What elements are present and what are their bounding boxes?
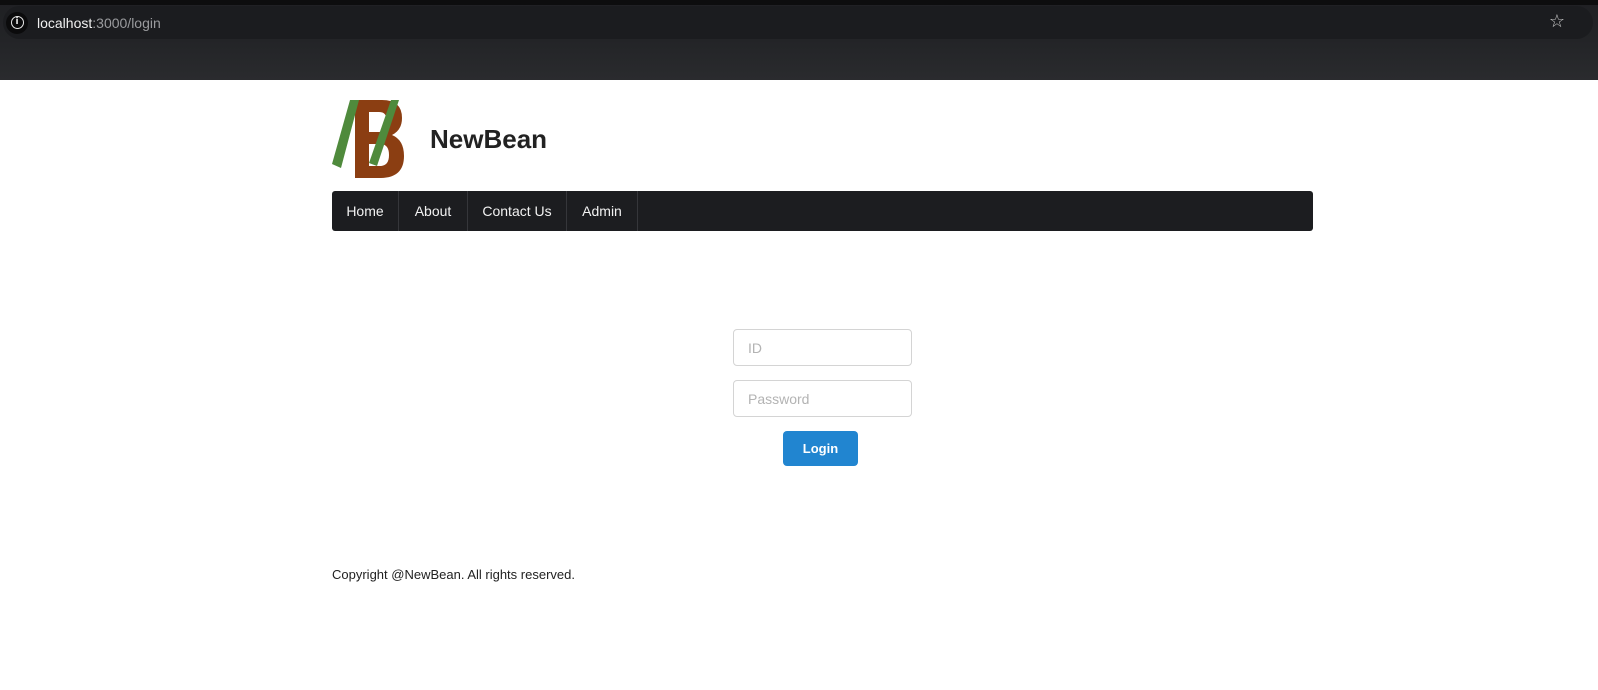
newbean-logo[interactable] xyxy=(332,100,406,178)
info-icon[interactable]: i xyxy=(6,11,28,34)
main-navbar: Home About Contact Us Admin xyxy=(332,191,1313,231)
nav-item-about[interactable]: About xyxy=(399,191,468,231)
login-form: Login xyxy=(733,329,912,466)
chrome-top-edge xyxy=(0,0,1598,5)
nav-item-contact-us[interactable]: Contact Us xyxy=(468,191,567,231)
url-text[interactable]: localhost:3000/login xyxy=(37,15,161,31)
id-input[interactable] xyxy=(733,329,912,366)
star-icon[interactable]: ☆ xyxy=(1549,12,1565,32)
login-button[interactable]: Login xyxy=(783,431,858,466)
site-title: NewBean xyxy=(430,124,548,154)
url-path: :3000/login xyxy=(92,14,161,31)
site-header: NewBean xyxy=(332,98,1313,178)
nav-item-home[interactable]: Home xyxy=(332,191,399,231)
nav-item-admin[interactable]: Admin xyxy=(567,191,638,231)
browser-chrome: i localhost:3000/login ☆ xyxy=(0,0,1598,80)
footer-copyright: Copyright @NewBean. All rights reserved. xyxy=(332,567,575,582)
password-input[interactable] xyxy=(733,380,912,417)
url-host: localhost xyxy=(37,14,93,31)
logo-slash-left xyxy=(332,100,359,168)
page: NewBean Home About Contact Us Admin Logi… xyxy=(0,80,1598,690)
address-bar[interactable]: i localhost:3000/login ☆ xyxy=(3,6,1593,39)
